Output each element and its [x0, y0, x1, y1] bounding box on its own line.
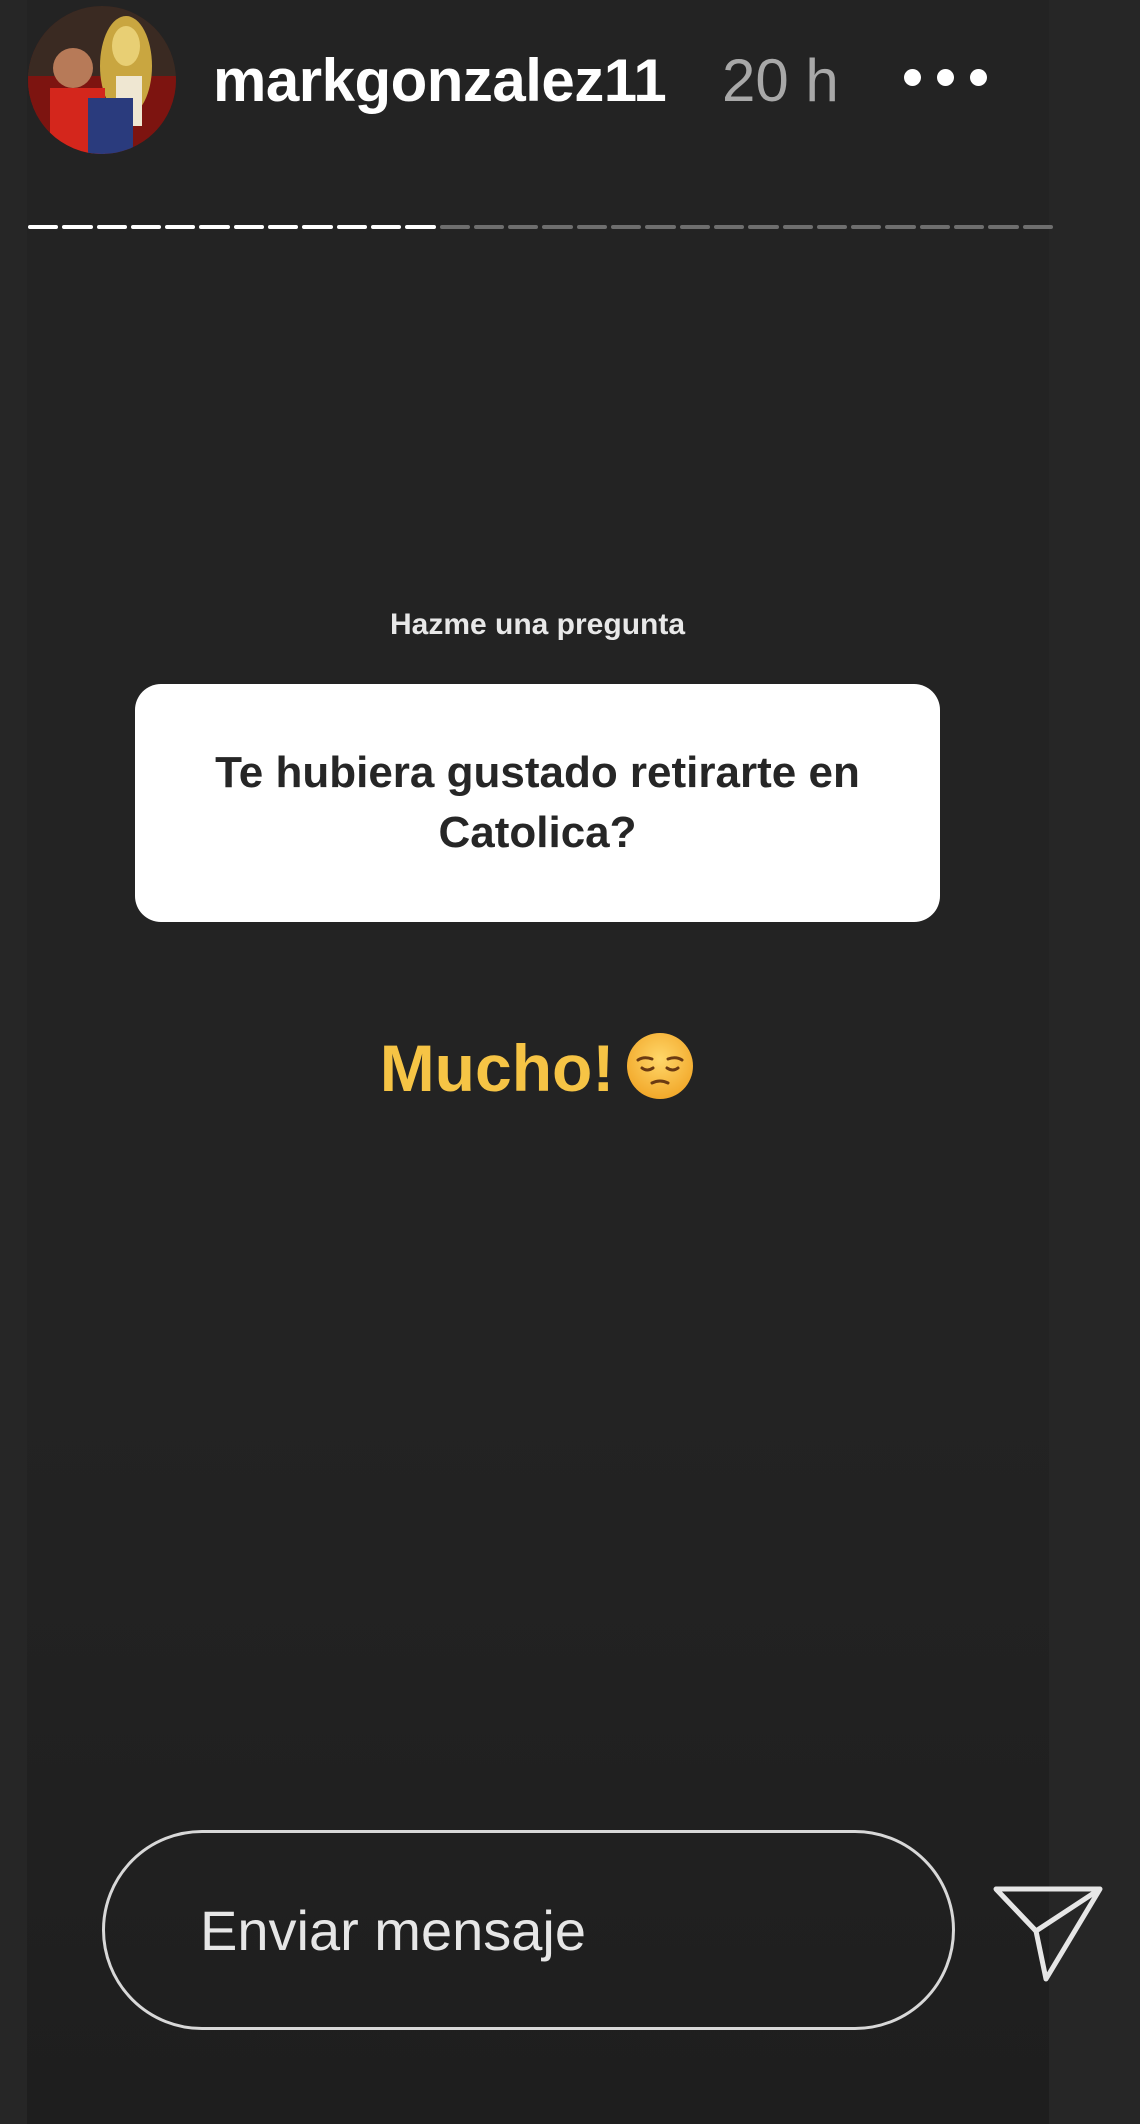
progress-segment: [268, 225, 299, 229]
dot: [970, 68, 987, 86]
progress-segment: [96, 225, 127, 229]
progress-segment: [439, 225, 470, 229]
question-text: Te hubiera gustado retirarte en Catolica…: [215, 748, 860, 857]
progress-segment: [62, 225, 93, 229]
progress-segment: [28, 225, 59, 229]
story-progress-bar: [28, 225, 1053, 231]
progress-segment: [782, 225, 813, 229]
question-sticker-label: Hazme una pregunta: [389, 608, 686, 641]
progress-segment: [645, 225, 676, 229]
story-viewer: markgonzalez11 20 h Hazme una pregunta T…: [0, 0, 1140, 2124]
profile-photo-icon: [28, 6, 176, 154]
pensive-face-emoji-icon: [624, 1030, 696, 1117]
reply-placeholder: Enviar mensaje: [200, 1898, 586, 1962]
paper-plane-icon[interactable]: [990, 1875, 1108, 1985]
progress-segment: [130, 225, 162, 229]
username[interactable]: markgonzalez11: [213, 46, 667, 115]
progress-segment: [508, 225, 539, 229]
progress-segment: [233, 225, 265, 229]
progress-segment: [405, 225, 436, 229]
progress-segment: [473, 225, 505, 229]
progress-segment: [1022, 225, 1053, 229]
progress-segment: [302, 225, 333, 229]
progress-segment: [576, 225, 608, 229]
progress-segment: [851, 225, 882, 229]
progress-segment: [542, 225, 573, 229]
question-sticker-card[interactable]: Te hubiera gustado retirarte en Catolica…: [135, 684, 940, 922]
progress-segment: [336, 225, 367, 229]
avatar[interactable]: [28, 6, 176, 154]
progress-segment: [748, 225, 779, 229]
post-time: 20 h: [722, 47, 839, 114]
progress-segment: [165, 225, 196, 229]
progress-segment: [370, 225, 402, 229]
progress-segment: [679, 225, 710, 229]
dot: [937, 68, 954, 86]
progress-segment: [954, 225, 985, 229]
progress-segment: [611, 225, 642, 229]
progress-segment: [816, 225, 848, 229]
more-dots-icon[interactable]: [904, 62, 1014, 92]
answer-text: Mucho!: [0, 1030, 1076, 1117]
dot: [904, 68, 921, 86]
progress-segment: [885, 225, 916, 229]
progress-segment: [988, 225, 1019, 229]
progress-segment: [199, 225, 230, 229]
progress-segment: [919, 225, 951, 229]
send-message-input[interactable]: Enviar mensaje: [102, 1830, 955, 2030]
answer-label: Mucho!: [379, 1031, 615, 1105]
progress-segment: [713, 225, 745, 229]
